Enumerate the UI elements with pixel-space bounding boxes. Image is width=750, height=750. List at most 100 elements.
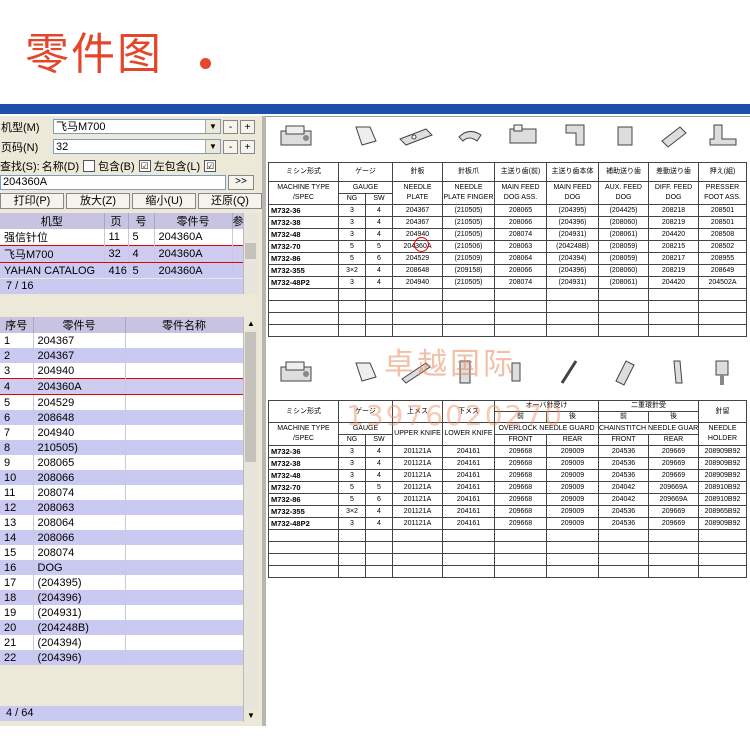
table-row[interactable]: 1 204367 bbox=[0, 333, 244, 348]
page-minus-button[interactable]: - bbox=[223, 139, 238, 154]
chevron-down-icon[interactable]: ▼ bbox=[244, 709, 258, 722]
contain-checkbox[interactable] bbox=[83, 160, 96, 172]
cell: 3 bbox=[338, 469, 366, 482]
cell: (204394) bbox=[33, 635, 126, 650]
cell: 4 bbox=[365, 204, 393, 217]
cell bbox=[125, 485, 244, 500]
col-header[interactable]: 零件名称 bbox=[125, 317, 244, 333]
cell: (204396) bbox=[33, 650, 126, 665]
search-input[interactable]: 204360A bbox=[0, 175, 226, 190]
model-plus-button[interactable]: + bbox=[240, 119, 255, 134]
cell: 208065 bbox=[33, 455, 126, 470]
table-row[interactable]: 13 208064 bbox=[0, 515, 244, 530]
table-row[interactable]: 15 208074 bbox=[0, 545, 244, 560]
table-row[interactable]: 17 (204395) bbox=[0, 575, 244, 590]
table-row[interactable]: YAHAN CATALOG 416 5 204360A bbox=[0, 262, 244, 278]
table-row[interactable]: 5 204529 bbox=[0, 394, 244, 410]
cell: 204042 bbox=[598, 481, 649, 494]
table-row-selected[interactable]: 飞马M700 32 4 204360A bbox=[0, 245, 244, 263]
cell: 3×2 bbox=[338, 505, 366, 518]
col-header[interactable]: 参 bbox=[232, 213, 244, 229]
chevron-down-icon[interactable]: ▼ bbox=[205, 120, 220, 133]
left-contain-checkbox[interactable]: ☑ bbox=[138, 160, 151, 172]
cell: 3×2 bbox=[338, 264, 366, 277]
model-minus-button[interactable]: - bbox=[223, 119, 238, 134]
table-row[interactable]: 21 (204394) bbox=[0, 635, 244, 650]
zoom-out-button[interactable]: 缩小(U) bbox=[132, 193, 196, 209]
cell: 209009 bbox=[546, 445, 599, 458]
table-row[interactable]: 16 DOG bbox=[0, 560, 244, 575]
col-header[interactable]: 零件号 bbox=[33, 317, 126, 333]
table-row[interactable]: 22 (204396) bbox=[0, 650, 244, 665]
cell bbox=[494, 312, 547, 325]
cell bbox=[125, 455, 244, 470]
table-row-selected[interactable]: 4 204360A bbox=[0, 378, 244, 395]
table-row[interactable]: 11 208074 bbox=[0, 485, 244, 500]
cell bbox=[442, 312, 495, 325]
model-select[interactable]: 飞马M700 ▼ bbox=[53, 119, 221, 134]
table-row[interactable]: 20 (204248B) bbox=[0, 620, 244, 635]
toolbar: 打印(P) 放大(Z) 缩小(U) 还原(Q) bbox=[0, 193, 262, 210]
spec-row: M732-355 3×2 4 208648 (209158) 208066 (204396)… bbox=[268, 264, 747, 277]
cell bbox=[598, 288, 649, 301]
col-header[interactable]: 零件号 bbox=[154, 213, 233, 229]
page-plus-button[interactable]: + bbox=[240, 139, 255, 154]
search-scrollbar[interactable] bbox=[243, 213, 258, 294]
chevron-down-icon[interactable]: ▼ bbox=[205, 140, 220, 153]
cell: 204161 bbox=[442, 445, 495, 458]
table-row[interactable]: 9 208065 bbox=[0, 455, 244, 470]
contain-option-label[interactable]: 包含(B) bbox=[98, 158, 135, 174]
cell bbox=[392, 541, 443, 554]
table-row[interactable]: 3 204940 bbox=[0, 363, 244, 379]
cell: 13 bbox=[0, 515, 34, 530]
table-row[interactable]: 8 210505) bbox=[0, 440, 244, 455]
table-row[interactable]: 14 208066 bbox=[0, 530, 244, 545]
cell bbox=[365, 324, 393, 337]
cell: 204529 bbox=[392, 252, 443, 265]
search-go-button[interactable]: >> bbox=[228, 175, 254, 190]
cell: 11 bbox=[0, 485, 34, 500]
cell bbox=[125, 348, 244, 363]
table-row[interactable]: 强信针位 11 5 204360A bbox=[0, 229, 244, 246]
cell bbox=[338, 529, 366, 542]
table-row[interactable]: 19 (204931) bbox=[0, 605, 244, 620]
cell bbox=[125, 363, 244, 379]
cell: 204536 bbox=[598, 469, 649, 482]
table-row[interactable]: 12 208063 bbox=[0, 500, 244, 515]
restore-button[interactable]: 还原(Q) bbox=[198, 193, 262, 209]
col-header[interactable]: 号 bbox=[128, 213, 155, 229]
parts-scrollbar[interactable]: ▲ ▼ bbox=[243, 317, 258, 722]
name-option-label[interactable]: 名称(D) bbox=[42, 158, 79, 174]
cell: M732-48 bbox=[268, 228, 339, 241]
table-row[interactable]: 10 208066 bbox=[0, 470, 244, 485]
table-row[interactable]: 7 204940 bbox=[0, 425, 244, 440]
cell: 209669 bbox=[648, 505, 699, 518]
col-header[interactable]: 页 bbox=[104, 213, 129, 229]
cell: 209009 bbox=[546, 517, 599, 530]
cell: 201121A bbox=[392, 445, 443, 458]
table-row[interactable]: 18 (204396) bbox=[0, 590, 244, 605]
cell: 208074 bbox=[494, 228, 547, 241]
zoom-in-button[interactable]: 放大(Z) bbox=[66, 193, 130, 209]
scroll-thumb[interactable] bbox=[245, 243, 256, 259]
cell: 3 bbox=[338, 216, 366, 229]
cell: 20 bbox=[0, 620, 34, 635]
spec-row: M732-38 3 4 204367 (210505) 208066 (204396) (20… bbox=[268, 216, 747, 229]
print-button[interactable]: 打印(P) bbox=[0, 193, 64, 209]
left-contain-option-label[interactable]: 左包含(L) bbox=[154, 158, 200, 174]
page-select[interactable]: 32 ▼ bbox=[53, 139, 221, 154]
col-header[interactable]: 序号 bbox=[0, 317, 34, 333]
cell: 19 bbox=[0, 605, 34, 620]
chevron-up-icon[interactable]: ▲ bbox=[244, 317, 258, 330]
cell: 209669 bbox=[648, 469, 699, 482]
cell: 4 bbox=[128, 245, 155, 263]
cell bbox=[494, 553, 547, 566]
table-row[interactable]: 6 208648 bbox=[0, 410, 244, 425]
th: MACHINE TYPE /SPEC bbox=[268, 422, 339, 446]
table-row[interactable]: 2 204367 bbox=[0, 348, 244, 363]
col-header[interactable]: 机型 bbox=[0, 213, 105, 229]
extra-checkbox[interactable]: ☑ bbox=[204, 160, 217, 172]
scroll-thumb[interactable] bbox=[245, 332, 256, 462]
cell: 4 bbox=[365, 445, 393, 458]
cell bbox=[648, 300, 699, 313]
